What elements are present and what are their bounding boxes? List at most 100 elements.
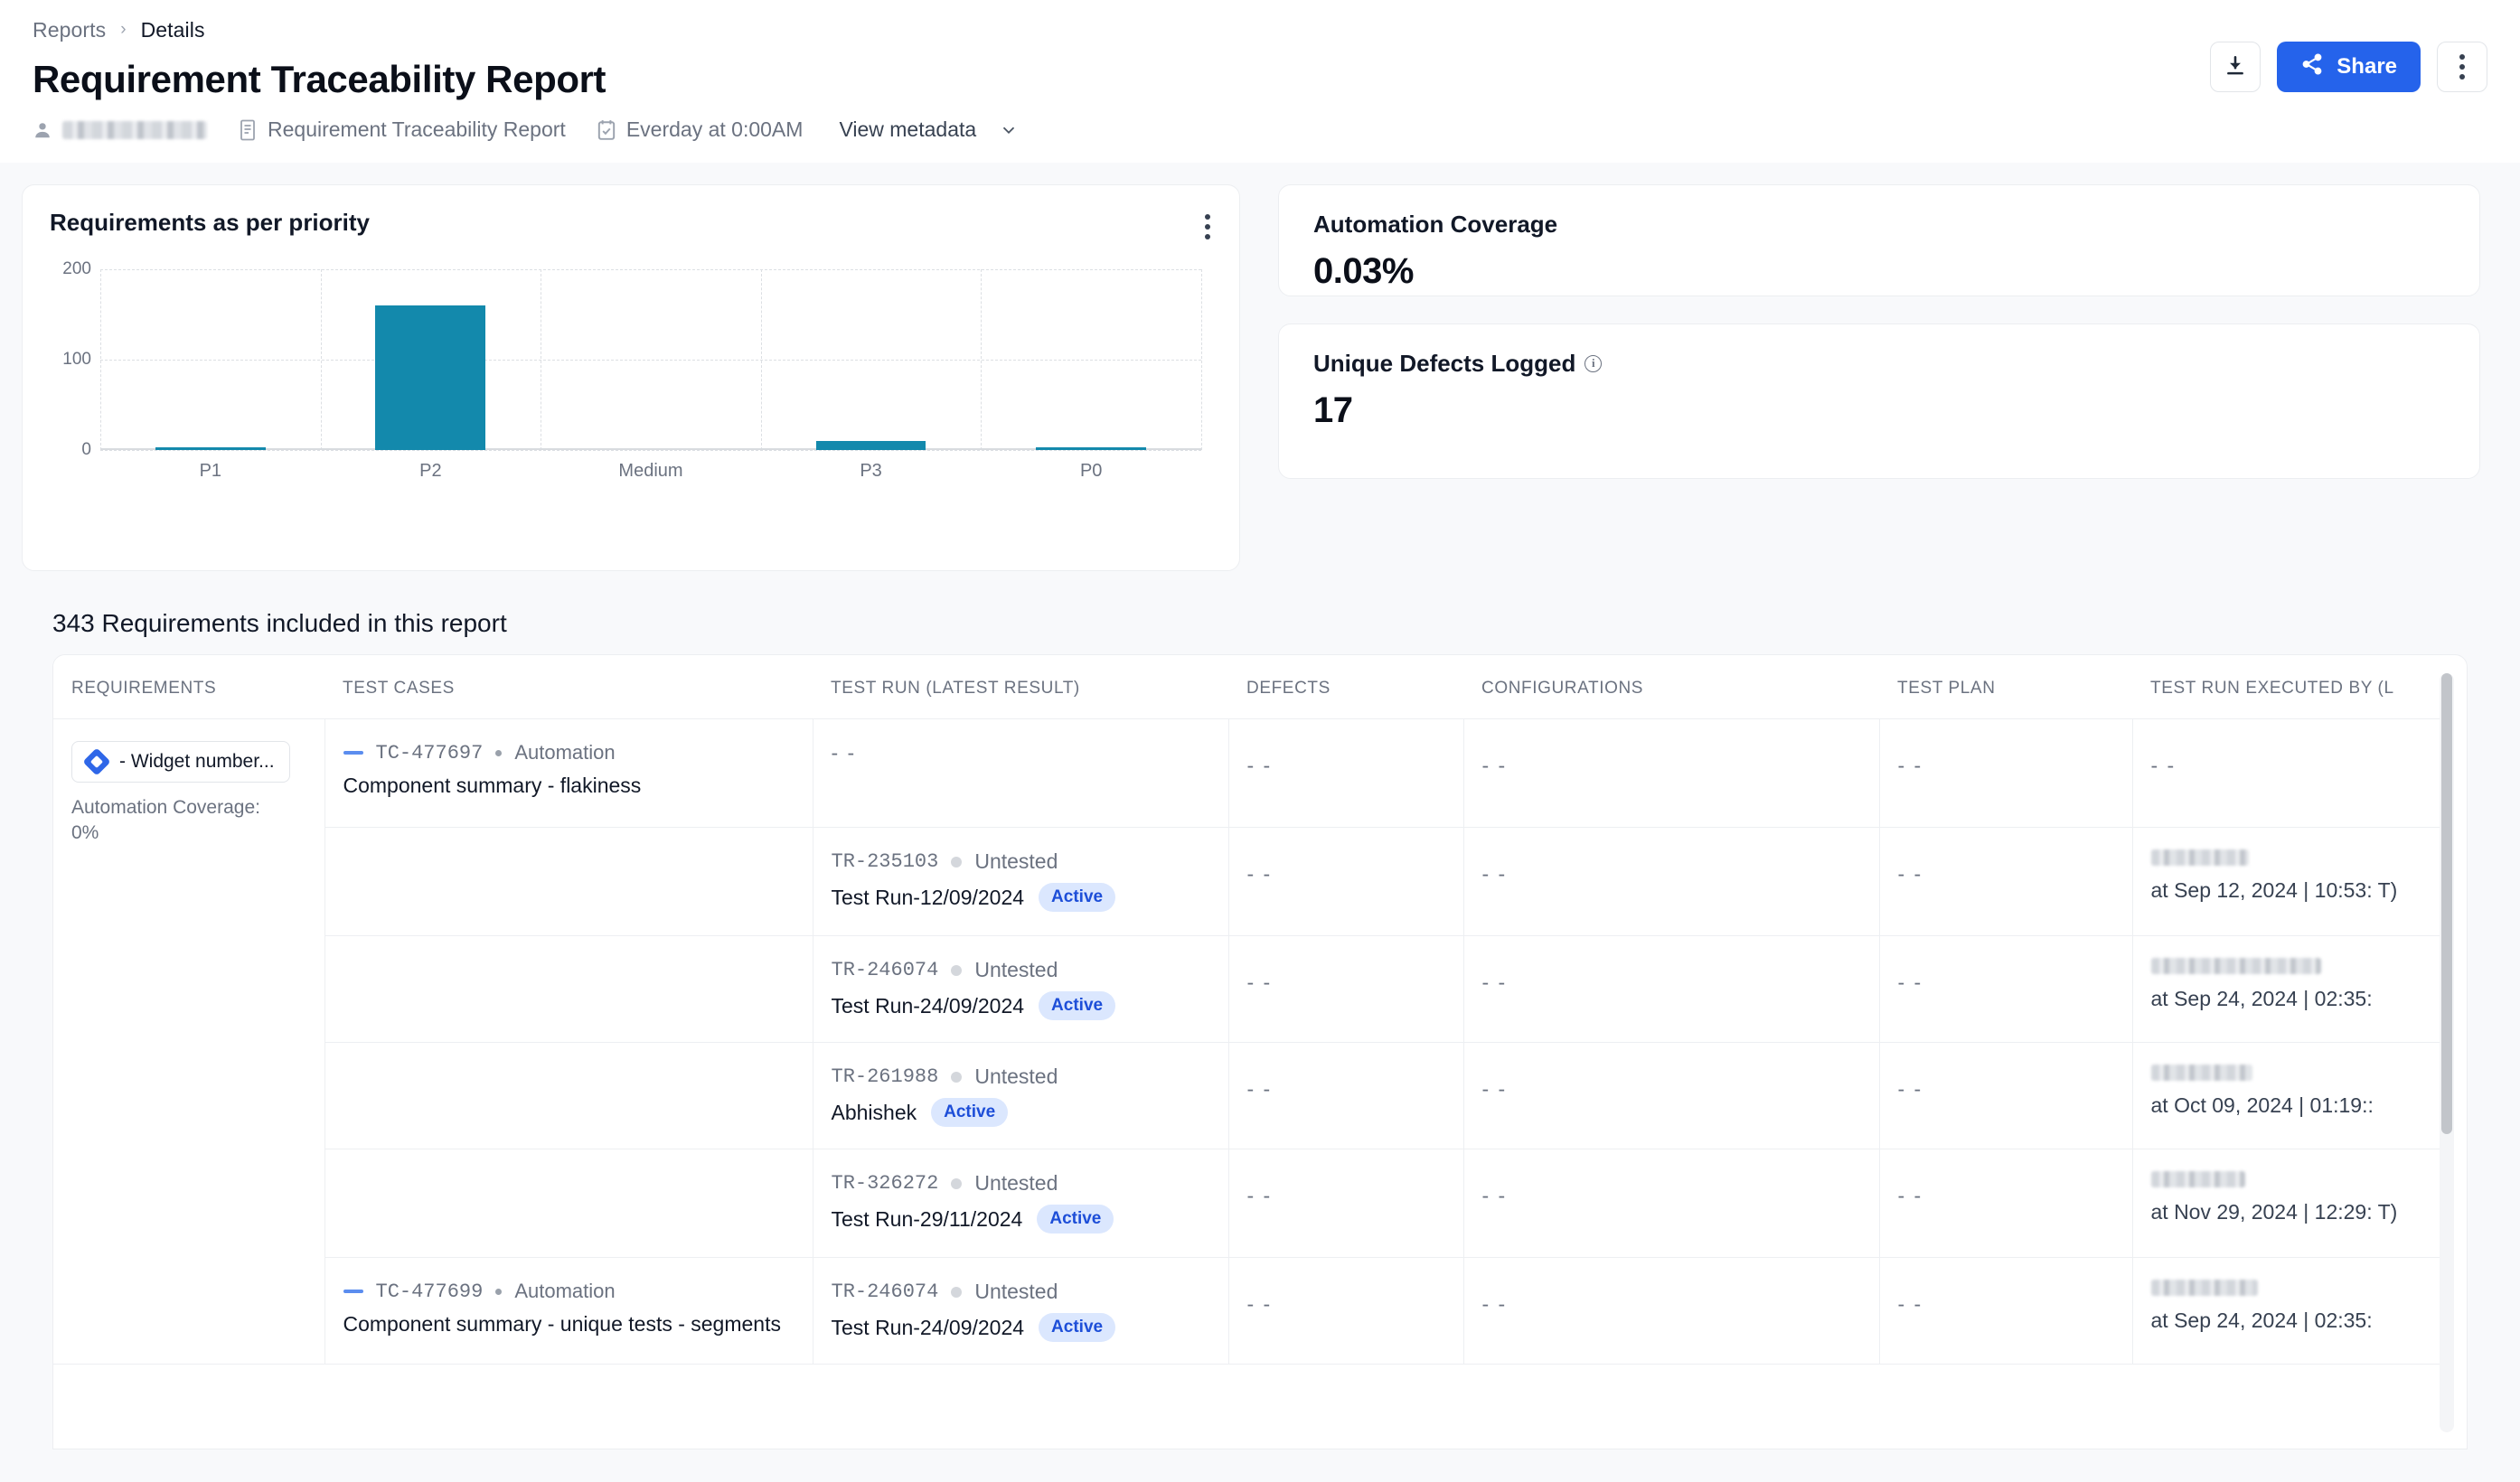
- test-run-meta: TR-246074 Untested: [832, 958, 1210, 982]
- cell-test-run: TR-246074 Untested Test Run-24/09/2024 Acti…: [812, 1257, 1228, 1365]
- requirements-table: REQUIREMENTS TEST CASES TEST RUN (LATEST…: [53, 655, 2440, 1365]
- col-header-defects[interactable]: DEFECTS: [1228, 655, 1463, 719]
- test-case-name[interactable]: Component summary - unique tests - segme…: [343, 1312, 795, 1337]
- share-button[interactable]: Share: [2277, 42, 2421, 92]
- cell-executed-by: at Sep 12, 2024 | 10:53: T): [2131, 827, 2440, 936]
- calendar-check-icon: [597, 119, 616, 141]
- test-run-name[interactable]: Abhishek: [832, 1101, 917, 1125]
- x-axis-tick: Medium: [618, 461, 683, 481]
- info-icon[interactable]: i: [1584, 355, 1603, 372]
- status-dot-icon: [951, 1286, 963, 1298]
- test-run-meta: TR-246074 Untested: [832, 1280, 1210, 1304]
- test-run-name-row: Test Run-24/09/2024 Active: [832, 1313, 1210, 1342]
- cell-configurations: - -: [1462, 827, 1879, 936]
- test-run-status: Untested: [974, 849, 1058, 873]
- cell-test-plan: - -: [1878, 1042, 2132, 1149]
- download-button[interactable]: [2210, 42, 2261, 92]
- kpi-automation-coverage: Automation Coverage 0.03%: [1278, 184, 2480, 296]
- executor-name-redacted: [2150, 958, 2321, 974]
- cell-test-case: TC-477699 Automation Component summary - u…: [324, 1257, 813, 1365]
- bar-P2[interactable]: [375, 305, 486, 450]
- cell-test-case: [324, 1042, 813, 1149]
- breadcrumb-reports[interactable]: Reports: [33, 18, 106, 42]
- test-run-status: Untested: [974, 1065, 1058, 1088]
- test-case-id[interactable]: TC-477699: [376, 1280, 484, 1303]
- cell-test-case: [324, 935, 813, 1043]
- download-icon: [2224, 54, 2247, 80]
- cell-configurations: - -: [1462, 1149, 1879, 1258]
- cell-test-plan: - -: [1878, 1149, 2132, 1258]
- test-run-id[interactable]: TR-326272: [832, 1172, 939, 1195]
- bar-P3[interactable]: [815, 441, 926, 450]
- test-run-meta: TR-235103 Untested: [832, 849, 1210, 874]
- cell-test-run: TR-246074 Untested Test Run-24/09/2024 Acti…: [812, 935, 1228, 1043]
- bar-series: [100, 269, 1201, 450]
- cell-test-run: TR-261988 Untested Abhishek Active: [812, 1042, 1228, 1149]
- empty-value: - -: [1246, 1077, 1273, 1101]
- col-header-requirements[interactable]: REQUIREMENTS: [53, 655, 324, 719]
- page-title: Requirement Traceability Report: [33, 58, 606, 100]
- col-header-configurations[interactable]: CONFIGURATIONS: [1463, 655, 1879, 719]
- col-header-test-plan[interactable]: TEST PLAN: [1879, 655, 2132, 719]
- executor-name-redacted: [2150, 1065, 2252, 1081]
- separator-dot-icon: [495, 1288, 503, 1295]
- separator-dot-icon: [495, 749, 503, 756]
- table-vertical-scrollbar[interactable]: [2440, 673, 2454, 1432]
- chart-options-button[interactable]: [1201, 211, 1214, 243]
- empty-value: - -: [1246, 1184, 1273, 1207]
- table-body: - Widget number... Automation Coverage: 0…: [53, 718, 2440, 1365]
- owner-name-redacted: [62, 120, 207, 139]
- test-run-name[interactable]: Test Run-12/09/2024: [832, 886, 1025, 910]
- bar-P1[interactable]: [155, 447, 266, 450]
- chevron-down-icon[interactable]: [999, 120, 1019, 140]
- cell-defects: - -: [1227, 827, 1463, 936]
- empty-value: - -: [1897, 754, 1923, 777]
- test-run-id[interactable]: TR-246074: [832, 959, 939, 981]
- cell-executed-by: - -: [2131, 718, 2440, 828]
- test-run-name[interactable]: Test Run-24/09/2024: [832, 1316, 1025, 1340]
- cell-test-run: TR-235103 Untested Test Run-12/09/2024 Acti…: [812, 827, 1228, 936]
- test-case-name[interactable]: Component summary - flakiness: [343, 774, 795, 798]
- test-run-name[interactable]: Test Run-24/09/2024: [832, 994, 1025, 1018]
- bar-slot: [761, 269, 982, 450]
- table-row: TR-261988 Untested Abhishek Active - - - - - -…: [53, 1042, 2440, 1149]
- more-options-button[interactable]: [2437, 42, 2487, 92]
- cell-requirements: - Widget number... Automation Coverage: 0…: [53, 718, 324, 1365]
- requirements-table-section: 343 Requirements included in this report…: [22, 571, 2498, 1449]
- requirement-badge[interactable]: - Widget number...: [71, 741, 290, 783]
- test-run-id[interactable]: TR-235103: [832, 850, 939, 873]
- x-axis-labels: P1 P2 Medium P3 P0: [100, 461, 1201, 482]
- col-header-test-cases[interactable]: TEST CASES: [324, 655, 813, 719]
- bar-P0[interactable]: [1036, 447, 1147, 450]
- scrollbar-thumb[interactable]: [2441, 673, 2452, 1134]
- status-badge: Active: [1039, 991, 1116, 1020]
- kebab-menu-icon: [1205, 214, 1210, 239]
- empty-value: - -: [1481, 754, 1508, 777]
- x-axis-tick: P0: [1079, 461, 1103, 481]
- test-run-name[interactable]: Test Run-29/11/2024: [832, 1207, 1023, 1232]
- cell-test-case: TC-477697 Automation Component summary - f…: [324, 718, 813, 828]
- test-run-name-row: Test Run-12/09/2024 Active: [832, 883, 1210, 912]
- requirement-badge-label: - Widget number...: [119, 751, 275, 772]
- view-metadata-toggle[interactable]: View metadata: [839, 117, 1019, 142]
- test-run-id[interactable]: TR-261988: [832, 1065, 939, 1088]
- col-header-executed-by[interactable]: TEST RUN EXECUTED BY (L: [2132, 655, 2440, 719]
- test-case-id[interactable]: TC-477697: [376, 742, 484, 764]
- report-icon: [238, 119, 258, 141]
- empty-value: - -: [1481, 1292, 1508, 1316]
- test-run-meta: TR-261988 Untested: [832, 1065, 1210, 1089]
- col-header-test-run[interactable]: TEST RUN (LATEST RESULT): [813, 655, 1228, 719]
- kebab-menu-icon: [2459, 54, 2465, 80]
- cell-test-run: TR-326272 Untested Test Run-29/11/2024 Acti…: [812, 1149, 1228, 1258]
- cell-test-case: [324, 1149, 813, 1258]
- status-dot-icon: [951, 1177, 963, 1189]
- jira-diamond-icon: [82, 747, 111, 776]
- table-row: TR-326272 Untested Test Run-29/11/2024 Acti…: [53, 1149, 2440, 1258]
- table-head: REQUIREMENTS TEST CASES TEST RUN (LATEST…: [53, 655, 2440, 719]
- table-heading: 343 Requirements included in this report: [52, 609, 507, 637]
- breadcrumb-details[interactable]: Details: [141, 18, 205, 42]
- user-icon: [33, 120, 52, 140]
- x-axis-tick: P1: [199, 461, 222, 481]
- test-run-id[interactable]: TR-246074: [832, 1280, 939, 1303]
- header-actions: Share: [2210, 42, 2487, 92]
